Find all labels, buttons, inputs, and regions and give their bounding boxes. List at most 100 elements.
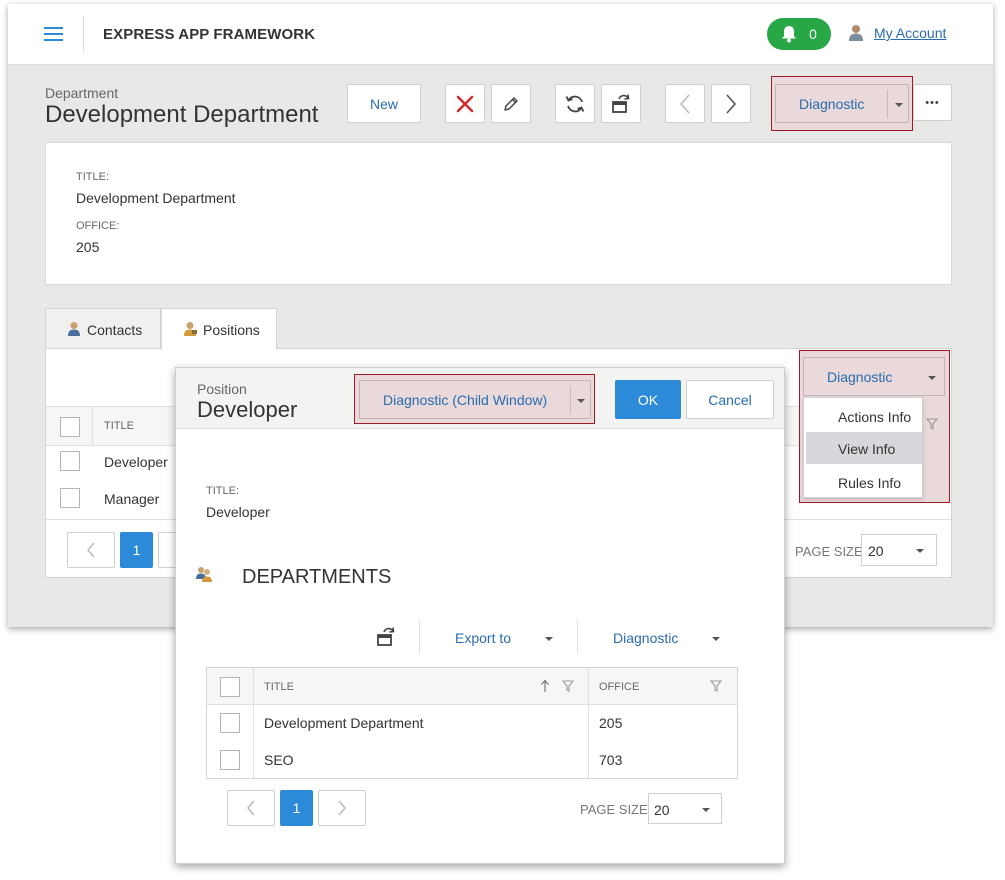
page-size-label: PAGE SIZE: [795, 544, 863, 559]
page-size-label: PAGE SIZE: [580, 802, 648, 817]
grid-cell-title[interactable]: SEO: [264, 752, 294, 768]
departments-grid: TITLE OFFICE Development Department 205 …: [206, 667, 738, 779]
grid-diagnostic-dropdown[interactable]: Diagnostic: [803, 357, 945, 396]
menu-item-view-info[interactable]: View Info: [806, 432, 922, 464]
grid-header-title[interactable]: TITLE: [264, 681, 294, 693]
ok-button[interactable]: OK: [615, 380, 681, 419]
chevron-right-icon: [726, 93, 737, 114]
grid-col-divider: [253, 668, 254, 778]
pager-prev-button[interactable]: [67, 532, 115, 568]
next-record-button[interactable]: [711, 84, 751, 123]
diagnostic-label: Diagnostic: [799, 96, 865, 112]
filter-icon[interactable]: [562, 680, 574, 692]
chevron-left-icon: [679, 93, 690, 114]
chevron-right-icon: [338, 800, 346, 816]
diagnostic-toolbar-label: Diagnostic: [613, 630, 679, 646]
notifications-button[interactable]: 0: [767, 18, 831, 50]
grid-col-divider: [92, 406, 93, 446]
pencil-icon: [504, 96, 518, 111]
cancel-button[interactable]: Cancel: [686, 380, 774, 419]
tab-positions-label: Positions: [203, 322, 260, 338]
select-all-checkbox[interactable]: [60, 417, 80, 437]
grid-header-title[interactable]: TITLE: [104, 420, 134, 432]
refresh-button[interactable]: [555, 84, 595, 123]
grid-header-office[interactable]: OFFICE: [599, 681, 639, 693]
reset-layout-button[interactable]: [601, 84, 641, 123]
page-size-select[interactable]: 20: [861, 534, 937, 566]
menu-item-label: Rules Info: [838, 475, 902, 491]
grid-cell-title[interactable]: Manager: [104, 491, 159, 507]
hamburger-menu-icon[interactable]: [44, 26, 64, 42]
popup-title-field-value: Developer: [206, 504, 270, 520]
chevron-down-icon: [545, 637, 553, 641]
popup-title: Developer: [197, 397, 298, 422]
row-checkbox[interactable]: [60, 488, 80, 508]
toolbar-divider: [577, 620, 578, 654]
menu-item-rules-info[interactable]: Rules Info: [804, 466, 922, 498]
reset-view-icon[interactable]: [376, 626, 398, 648]
export-to-dropdown[interactable]: Export to: [434, 627, 559, 649]
child-diagnostic-dropdown[interactable]: Diagnostic (Child Window): [359, 380, 591, 419]
menu-item-label: View Info: [838, 441, 896, 457]
chevron-down-icon: [928, 376, 936, 380]
grid-cell-office[interactable]: 205: [599, 715, 622, 731]
delete-x-icon: [456, 95, 474, 112]
diagnostic-toolbar-dropdown[interactable]: Diagnostic: [592, 627, 732, 649]
filter-icon[interactable]: [710, 680, 722, 692]
delete-button[interactable]: [445, 84, 485, 123]
new-button[interactable]: New: [347, 84, 421, 123]
detail-caption: Department: [45, 85, 119, 101]
child-diagnostic-label: Diagnostic (Child Window): [383, 392, 548, 408]
popup-caption: Position: [197, 381, 247, 397]
my-account-link[interactable]: My Account: [874, 25, 946, 41]
header-divider: [83, 16, 84, 52]
more-actions-button[interactable]: •••: [913, 84, 952, 121]
chevron-down-icon: [712, 637, 720, 641]
tab-positions[interactable]: Positions: [161, 308, 277, 350]
page-size-value: 20: [654, 802, 670, 818]
chevron-down-icon: [895, 103, 903, 107]
filter-icon[interactable]: [926, 418, 938, 430]
grid-cell-title[interactable]: Development Department: [264, 715, 424, 731]
app-title: EXPRESS APP FRAMEWORK: [103, 26, 316, 43]
chevron-left-icon: [247, 800, 255, 816]
app-header: EXPRESS APP FRAMEWORK 0 My Account: [8, 4, 993, 65]
chevron-down-icon: [916, 549, 924, 553]
row-checkbox[interactable]: [220, 750, 240, 770]
dropdown-divider: [887, 90, 888, 118]
chevron-down-icon: [702, 808, 710, 812]
departments-icon: [196, 567, 212, 582]
pager-prev-button[interactable]: [227, 790, 275, 826]
title-field-label: TITLE:: [76, 171, 110, 183]
previous-record-button[interactable]: [665, 84, 705, 123]
page-size-select[interactable]: 20: [648, 793, 722, 824]
select-all-checkbox[interactable]: [220, 677, 240, 697]
refresh-icon: [565, 95, 585, 112]
contact-person-icon: [68, 322, 80, 336]
sort-ascending-icon[interactable]: [540, 679, 550, 693]
grid-cell-office[interactable]: 703: [599, 752, 622, 768]
detail-card: TITLE: Development Department OFFICE: 20…: [45, 142, 952, 285]
pager-next-button[interactable]: [318, 790, 366, 826]
pager-page-button[interactable]: 1: [280, 790, 313, 826]
user-icon: [848, 24, 864, 42]
diagnostic-dropdown[interactable]: Diagnostic: [775, 84, 909, 123]
tab-contacts[interactable]: Contacts: [45, 308, 161, 349]
section-title: DEPARTMENTS: [242, 566, 392, 588]
page-title: Development Department: [45, 101, 319, 128]
popup-title-field-label: TITLE:: [206, 485, 240, 497]
edit-button[interactable]: [491, 84, 531, 123]
row-checkbox[interactable]: [220, 713, 240, 733]
tab-contacts-label: Contacts: [87, 322, 143, 338]
row-checkbox[interactable]: [60, 451, 80, 471]
dropdown-divider: [570, 386, 571, 414]
reset-view-icon: [612, 93, 630, 113]
chevron-down-icon: [577, 399, 585, 403]
position-icon: [184, 322, 197, 336]
menu-item-actions-info[interactable]: Actions Info: [804, 400, 922, 432]
title-field-value: Development Department: [76, 190, 236, 206]
menu-item-label: Actions Info: [838, 409, 912, 425]
pager-page-button[interactable]: 1: [120, 532, 153, 568]
notification-count: 0: [809, 26, 817, 42]
grid-cell-title[interactable]: Developer: [104, 454, 168, 470]
